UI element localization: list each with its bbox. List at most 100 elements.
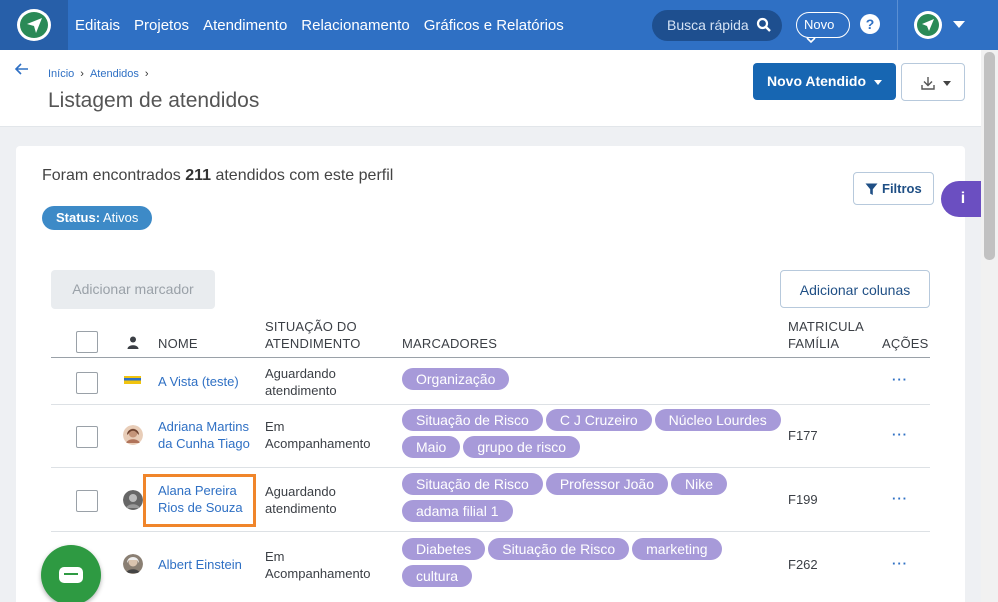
chevron-down-icon bbox=[943, 81, 951, 86]
row-name-highlight bbox=[143, 474, 256, 527]
user-avatar[interactable] bbox=[914, 11, 942, 39]
chevron-down-icon bbox=[874, 79, 883, 85]
download-icon bbox=[921, 77, 935, 90]
row-matricula: F177 bbox=[788, 428, 818, 443]
tag[interactable]: Situação de Risco bbox=[488, 538, 630, 560]
row-tags: Organização bbox=[402, 368, 782, 390]
row-situation: Aguardando atendimento bbox=[265, 366, 337, 398]
novo-atendido-button[interactable]: Novo Atendido bbox=[753, 63, 896, 100]
row-tags: Situação de Risco C J Cruzeiro Núcleo Lo… bbox=[402, 409, 782, 458]
back-arrow-icon[interactable] bbox=[14, 62, 30, 76]
user-menu-caret-icon[interactable] bbox=[953, 21, 965, 28]
quick-search-placeholder: Busca rápida bbox=[667, 17, 749, 33]
breadcrumb: Início › Atendidos › bbox=[48, 68, 149, 80]
nav-editais[interactable]: Editais bbox=[75, 17, 120, 34]
logo-area[interactable] bbox=[0, 0, 68, 50]
tag[interactable]: Situação de Risco bbox=[402, 409, 543, 431]
select-all-checkbox[interactable] bbox=[76, 331, 98, 353]
app-logo-icon bbox=[17, 9, 51, 41]
tag[interactable]: Diabetes bbox=[402, 538, 486, 560]
top-navbar: Editais Projetos Atendimento Relacioname… bbox=[0, 0, 998, 50]
filters-label: Filtros bbox=[882, 181, 922, 196]
row-tags: Situação de Risco Professor João Nike ad… bbox=[402, 473, 782, 522]
scrollbar-thumb[interactable] bbox=[984, 52, 995, 260]
status-filter-badge[interactable]: Status: Ativos bbox=[42, 206, 153, 230]
row-situation: Em Acompanhamento bbox=[265, 549, 371, 581]
novo-dropdown-button[interactable]: Novo bbox=[796, 12, 850, 44]
row-divider bbox=[51, 531, 930, 532]
column-header-name[interactable]: NOME bbox=[158, 335, 198, 352]
row-situation: Em Acompanhamento bbox=[265, 419, 371, 451]
nav-graficos-relatorios[interactable]: Gráficos e Relatórios bbox=[424, 17, 564, 34]
card-badge-icon bbox=[124, 376, 141, 384]
row-divider bbox=[51, 404, 930, 405]
column-header-matricula-line2[interactable]: FAMÍLIA bbox=[788, 335, 839, 352]
breadcrumb-inicio[interactable]: Início bbox=[48, 68, 74, 80]
row-actions-menu[interactable]: ··· bbox=[892, 427, 908, 442]
row-matricula: F199 bbox=[788, 492, 818, 507]
column-header-situation-line2[interactable]: ATENDIMENTO bbox=[265, 335, 361, 352]
tag[interactable]: Nike bbox=[671, 473, 728, 495]
novo-label: Novo bbox=[804, 17, 835, 32]
column-header-markers[interactable]: MARCADORES bbox=[402, 335, 497, 352]
search-icon[interactable] bbox=[756, 17, 772, 33]
tag[interactable]: Maio bbox=[402, 436, 461, 458]
chevron-down-icon bbox=[806, 37, 816, 44]
column-header-situation-line1[interactable]: SITUAÇÃO DO bbox=[265, 318, 357, 335]
row-checkbox[interactable] bbox=[76, 490, 98, 512]
nav-projetos[interactable]: Projetos bbox=[134, 17, 189, 34]
column-header-matricula-line1[interactable]: MATRICULA bbox=[788, 318, 864, 335]
filter-icon bbox=[865, 183, 878, 195]
tag[interactable]: C J Cruzeiro bbox=[545, 409, 652, 431]
header-divider bbox=[51, 357, 930, 358]
status-label: Status: bbox=[56, 210, 101, 225]
download-button[interactable] bbox=[901, 63, 965, 101]
tag[interactable]: marketing bbox=[632, 538, 722, 560]
quick-search-input[interactable]: Busca rápida bbox=[652, 10, 782, 41]
tag[interactable]: adama filial 1 bbox=[402, 500, 513, 522]
tag[interactable]: Professor João bbox=[545, 473, 669, 495]
row-name-link[interactable]: Albert Einstein bbox=[158, 556, 242, 573]
row-actions-menu[interactable]: ··· bbox=[892, 491, 908, 506]
tag[interactable]: Núcleo Lourdes bbox=[654, 409, 781, 431]
info-icon[interactable]: i bbox=[941, 181, 981, 217]
avatar bbox=[123, 425, 143, 445]
chat-button[interactable] bbox=[41, 545, 101, 602]
summary-suffix: atendidos com este perfil bbox=[215, 167, 394, 184]
row-checkbox[interactable] bbox=[76, 426, 98, 448]
tag[interactable]: Organização bbox=[402, 368, 510, 390]
row-situation: Aguardando atendimento bbox=[265, 484, 337, 516]
add-marker-button[interactable]: Adicionar marcador bbox=[51, 270, 215, 309]
chat-icon bbox=[59, 567, 83, 583]
page-header: Início › Atendidos › Listagem de atendidos … bbox=[0, 50, 981, 127]
row-name-link[interactable]: A Vista (teste) bbox=[158, 373, 239, 390]
row-actions-menu[interactable]: ··· bbox=[892, 556, 908, 571]
avatar bbox=[123, 554, 143, 574]
column-header-actions: AÇÕES bbox=[882, 336, 929, 351]
main-nav: Editais Projetos Atendimento Relacioname… bbox=[75, 0, 578, 50]
row-actions-menu[interactable]: ··· bbox=[892, 372, 908, 387]
add-columns-button[interactable]: Adicionar colunas bbox=[780, 270, 930, 308]
row-checkbox[interactable] bbox=[76, 372, 98, 394]
person-icon bbox=[127, 336, 139, 349]
row-matricula: F262 bbox=[788, 557, 818, 572]
summary-prefix: Foram encontrados bbox=[42, 167, 181, 184]
nav-divider bbox=[897, 0, 898, 50]
results-summary: Foram encontrados 211 atendidos com este… bbox=[42, 167, 393, 185]
filters-button[interactable]: Filtros bbox=[853, 172, 934, 205]
tag[interactable]: cultura bbox=[402, 565, 473, 587]
breadcrumb-atendidos[interactable]: Atendidos bbox=[90, 68, 139, 80]
nav-relacionamento[interactable]: Relacionamento bbox=[301, 17, 409, 34]
avatar bbox=[123, 490, 143, 510]
status-value: Ativos bbox=[102, 210, 139, 225]
novo-atendido-label: Novo Atendido bbox=[767, 73, 867, 89]
row-name-link[interactable]: Adriana Martins da Cunha Tiago bbox=[158, 418, 250, 452]
tag[interactable]: grupo de risco bbox=[463, 436, 581, 458]
row-divider bbox=[51, 467, 930, 468]
help-icon[interactable]: ? bbox=[860, 14, 880, 34]
page-title: Listagem de atendidos bbox=[48, 89, 260, 112]
row-tags: Diabetes Situação de Risco marketing cul… bbox=[402, 538, 782, 587]
tag[interactable]: Situação de Risco bbox=[402, 473, 543, 495]
nav-atendimento[interactable]: Atendimento bbox=[203, 17, 287, 34]
results-count: 211 bbox=[185, 167, 211, 184]
